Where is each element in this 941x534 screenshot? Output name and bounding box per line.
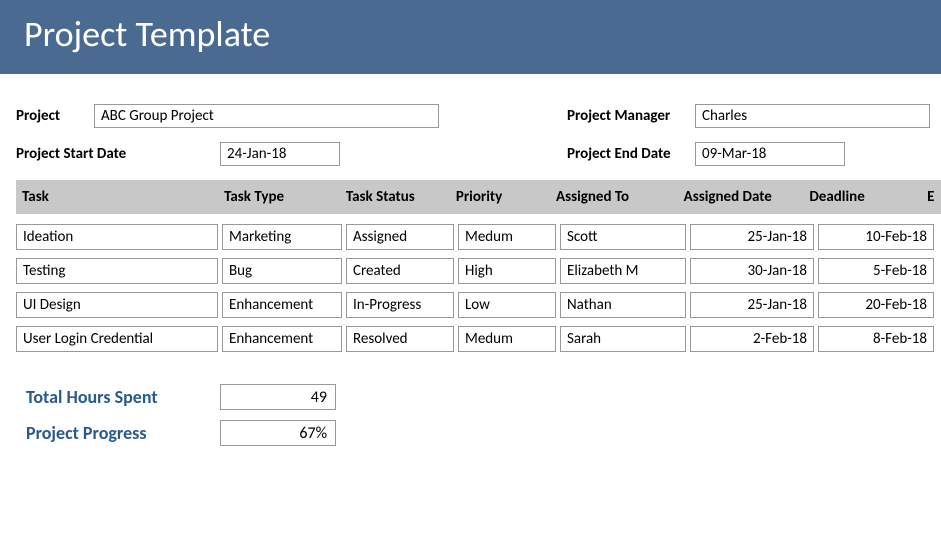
cell-type[interactable]: Enhancement xyxy=(222,292,342,318)
task-table: Task Task Type Task Status Priority Assi… xyxy=(16,180,941,352)
progress-label: Project Progress xyxy=(16,422,220,444)
cell-task[interactable]: Testing xyxy=(16,258,218,284)
table-row: Ideation Marketing Assigned Medum Scott … xyxy=(16,224,941,250)
table-row: User Login Credential Enhancement Resolv… xyxy=(16,326,941,352)
table-header-row: Task Task Type Task Status Priority Assi… xyxy=(16,180,941,214)
cell-status[interactable]: Created xyxy=(346,258,454,284)
project-input[interactable] xyxy=(94,104,439,128)
manager-field-group: Project Manager xyxy=(567,104,930,128)
cell-date[interactable]: 30-Jan-18 xyxy=(690,258,814,284)
cell-status[interactable]: Resolved xyxy=(346,326,454,352)
cell-type[interactable]: Enhancement xyxy=(222,326,342,352)
cell-assigned[interactable]: Elizabeth M xyxy=(560,258,686,284)
total-hours-input[interactable] xyxy=(220,384,336,410)
cell-type[interactable]: Marketing xyxy=(222,224,342,250)
start-date-field-group: Project Start Date xyxy=(16,142,340,166)
cell-assigned[interactable]: Sarah xyxy=(560,326,686,352)
end-date-label: Project End Date xyxy=(567,145,695,163)
cell-assigned[interactable]: Scott xyxy=(560,224,686,250)
cell-priority[interactable]: Medum xyxy=(458,224,556,250)
cell-date[interactable]: 2-Feb-18 xyxy=(690,326,814,352)
page-title: Project Template xyxy=(24,12,270,56)
end-date-input[interactable] xyxy=(695,142,845,166)
table-row: Testing Bug Created High Elizabeth M 30-… xyxy=(16,258,941,284)
cell-priority[interactable]: Low xyxy=(458,292,556,318)
manager-input[interactable] xyxy=(695,104,930,128)
project-field-group: Project xyxy=(16,104,439,128)
summary-section: Total Hours Spent Project Progress xyxy=(16,384,941,446)
cell-type[interactable]: Bug xyxy=(222,258,342,284)
cell-date[interactable]: 25-Jan-18 xyxy=(690,292,814,318)
cell-assigned[interactable]: Nathan xyxy=(560,292,686,318)
progress-input[interactable] xyxy=(220,420,336,446)
col-header-extra: E xyxy=(921,184,941,210)
col-header-status: Task Status xyxy=(340,184,450,210)
col-header-type: Task Type xyxy=(218,184,340,210)
cell-priority[interactable]: High xyxy=(458,258,556,284)
cell-deadline[interactable]: 8-Feb-18 xyxy=(818,326,934,352)
cell-priority[interactable]: Medum xyxy=(458,326,556,352)
col-header-deadline: Deadline xyxy=(803,184,921,210)
start-date-input[interactable] xyxy=(220,142,340,166)
cell-task[interactable]: UI Design xyxy=(16,292,218,318)
table-row: UI Design Enhancement In-Progress Low Na… xyxy=(16,292,941,318)
info-row-1: Project Project Manager xyxy=(16,104,941,128)
cell-deadline[interactable]: 10-Feb-18 xyxy=(818,224,934,250)
cell-deadline[interactable]: 20-Feb-18 xyxy=(818,292,934,318)
col-header-task: Task xyxy=(16,184,218,210)
progress-row: Project Progress xyxy=(16,420,941,446)
project-label: Project xyxy=(16,107,94,125)
page-header: Project Template xyxy=(0,0,941,74)
manager-label: Project Manager xyxy=(567,107,695,125)
cell-date[interactable]: 25-Jan-18 xyxy=(690,224,814,250)
col-header-date: Assigned Date xyxy=(678,184,804,210)
cell-task[interactable]: Ideation xyxy=(16,224,218,250)
table-body: Ideation Marketing Assigned Medum Scott … xyxy=(16,224,941,352)
col-header-priority: Priority xyxy=(450,184,550,210)
col-header-assigned: Assigned To xyxy=(550,184,678,210)
total-hours-label: Total Hours Spent xyxy=(16,386,220,408)
start-date-label: Project Start Date xyxy=(16,145,220,163)
info-row-2: Project Start Date Project End Date xyxy=(16,142,941,166)
content-area: Project Project Manager Project Start Da… xyxy=(0,74,941,446)
total-hours-row: Total Hours Spent xyxy=(16,384,941,410)
cell-deadline[interactable]: 5-Feb-18 xyxy=(818,258,934,284)
end-date-field-group: Project End Date xyxy=(567,142,845,166)
cell-status[interactable]: In-Progress xyxy=(346,292,454,318)
cell-task[interactable]: User Login Credential xyxy=(16,326,218,352)
cell-status[interactable]: Assigned xyxy=(346,224,454,250)
